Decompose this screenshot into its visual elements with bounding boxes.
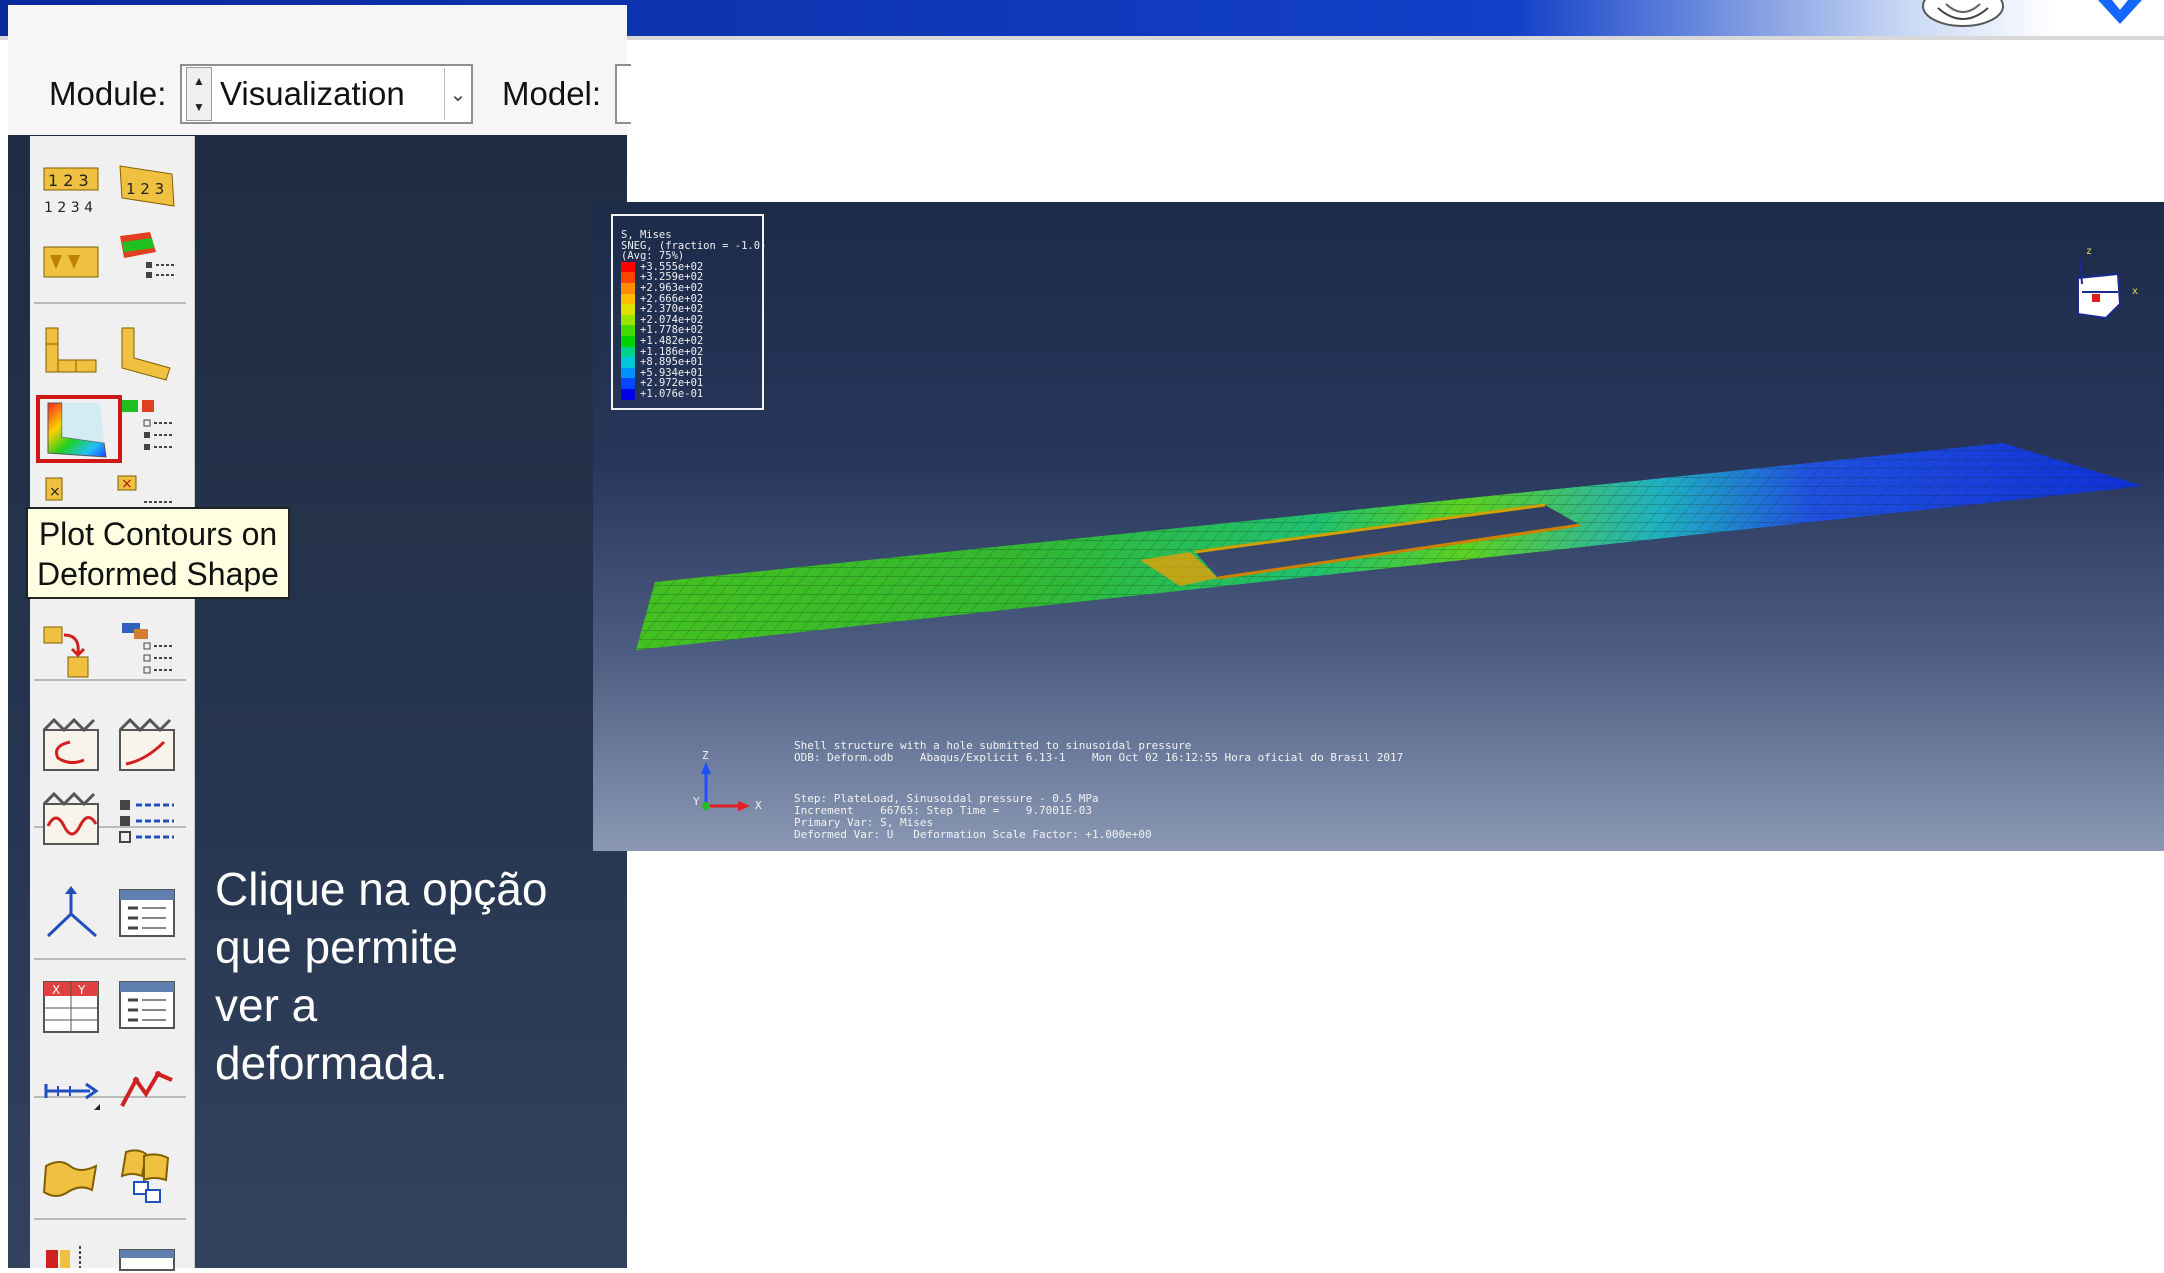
legend-title: S, Mises — [621, 229, 672, 241]
viewport-odb-info: ODB: Deform.odb Abaqus/Explicit 6.13-1 M… — [794, 751, 1404, 764]
legend-entry: +1.482e+02 — [621, 336, 762, 347]
legend-entry: +1.076e-01 — [621, 389, 762, 400]
contour-legend: S, Mises SNEG, (fraction = -1.0) (Avg: 7… — [611, 214, 766, 410]
triad-z-label: Z — [702, 749, 709, 762]
legend-swatch — [621, 378, 635, 389]
legend-swatch — [621, 346, 635, 358]
legend-swatch — [621, 367, 635, 379]
svg-text:x: x — [2132, 286, 2138, 297]
legend-swatch — [621, 325, 635, 336]
legend-entry: +2.963e+02 — [621, 283, 762, 294]
legend-swatch — [621, 282, 635, 294]
viewport-deformed-var: Deformed Var: U Deformation Scale Factor… — [794, 828, 1152, 841]
legend-swatch — [621, 335, 635, 347]
triad-x-label: X — [755, 799, 762, 812]
legend-swatch — [621, 357, 635, 368]
view-cube-icon[interactable]: z x — [2070, 244, 2140, 324]
legend-swatch — [621, 293, 635, 305]
legend-value: +2.963e+02 — [640, 281, 704, 294]
legend-swatch — [621, 261, 635, 273]
legend-swatch — [621, 314, 635, 326]
svg-text:z: z — [2086, 246, 2092, 257]
legend-swatch — [621, 388, 635, 400]
triad-y-label: Y — [693, 795, 700, 808]
legend-swatch — [621, 272, 635, 283]
legend-value: +1.482e+02 — [640, 334, 704, 347]
legend-value: +1.076e-01 — [640, 387, 704, 400]
legend-swatch — [621, 304, 635, 315]
deformed-mesh — [636, 443, 2143, 650]
